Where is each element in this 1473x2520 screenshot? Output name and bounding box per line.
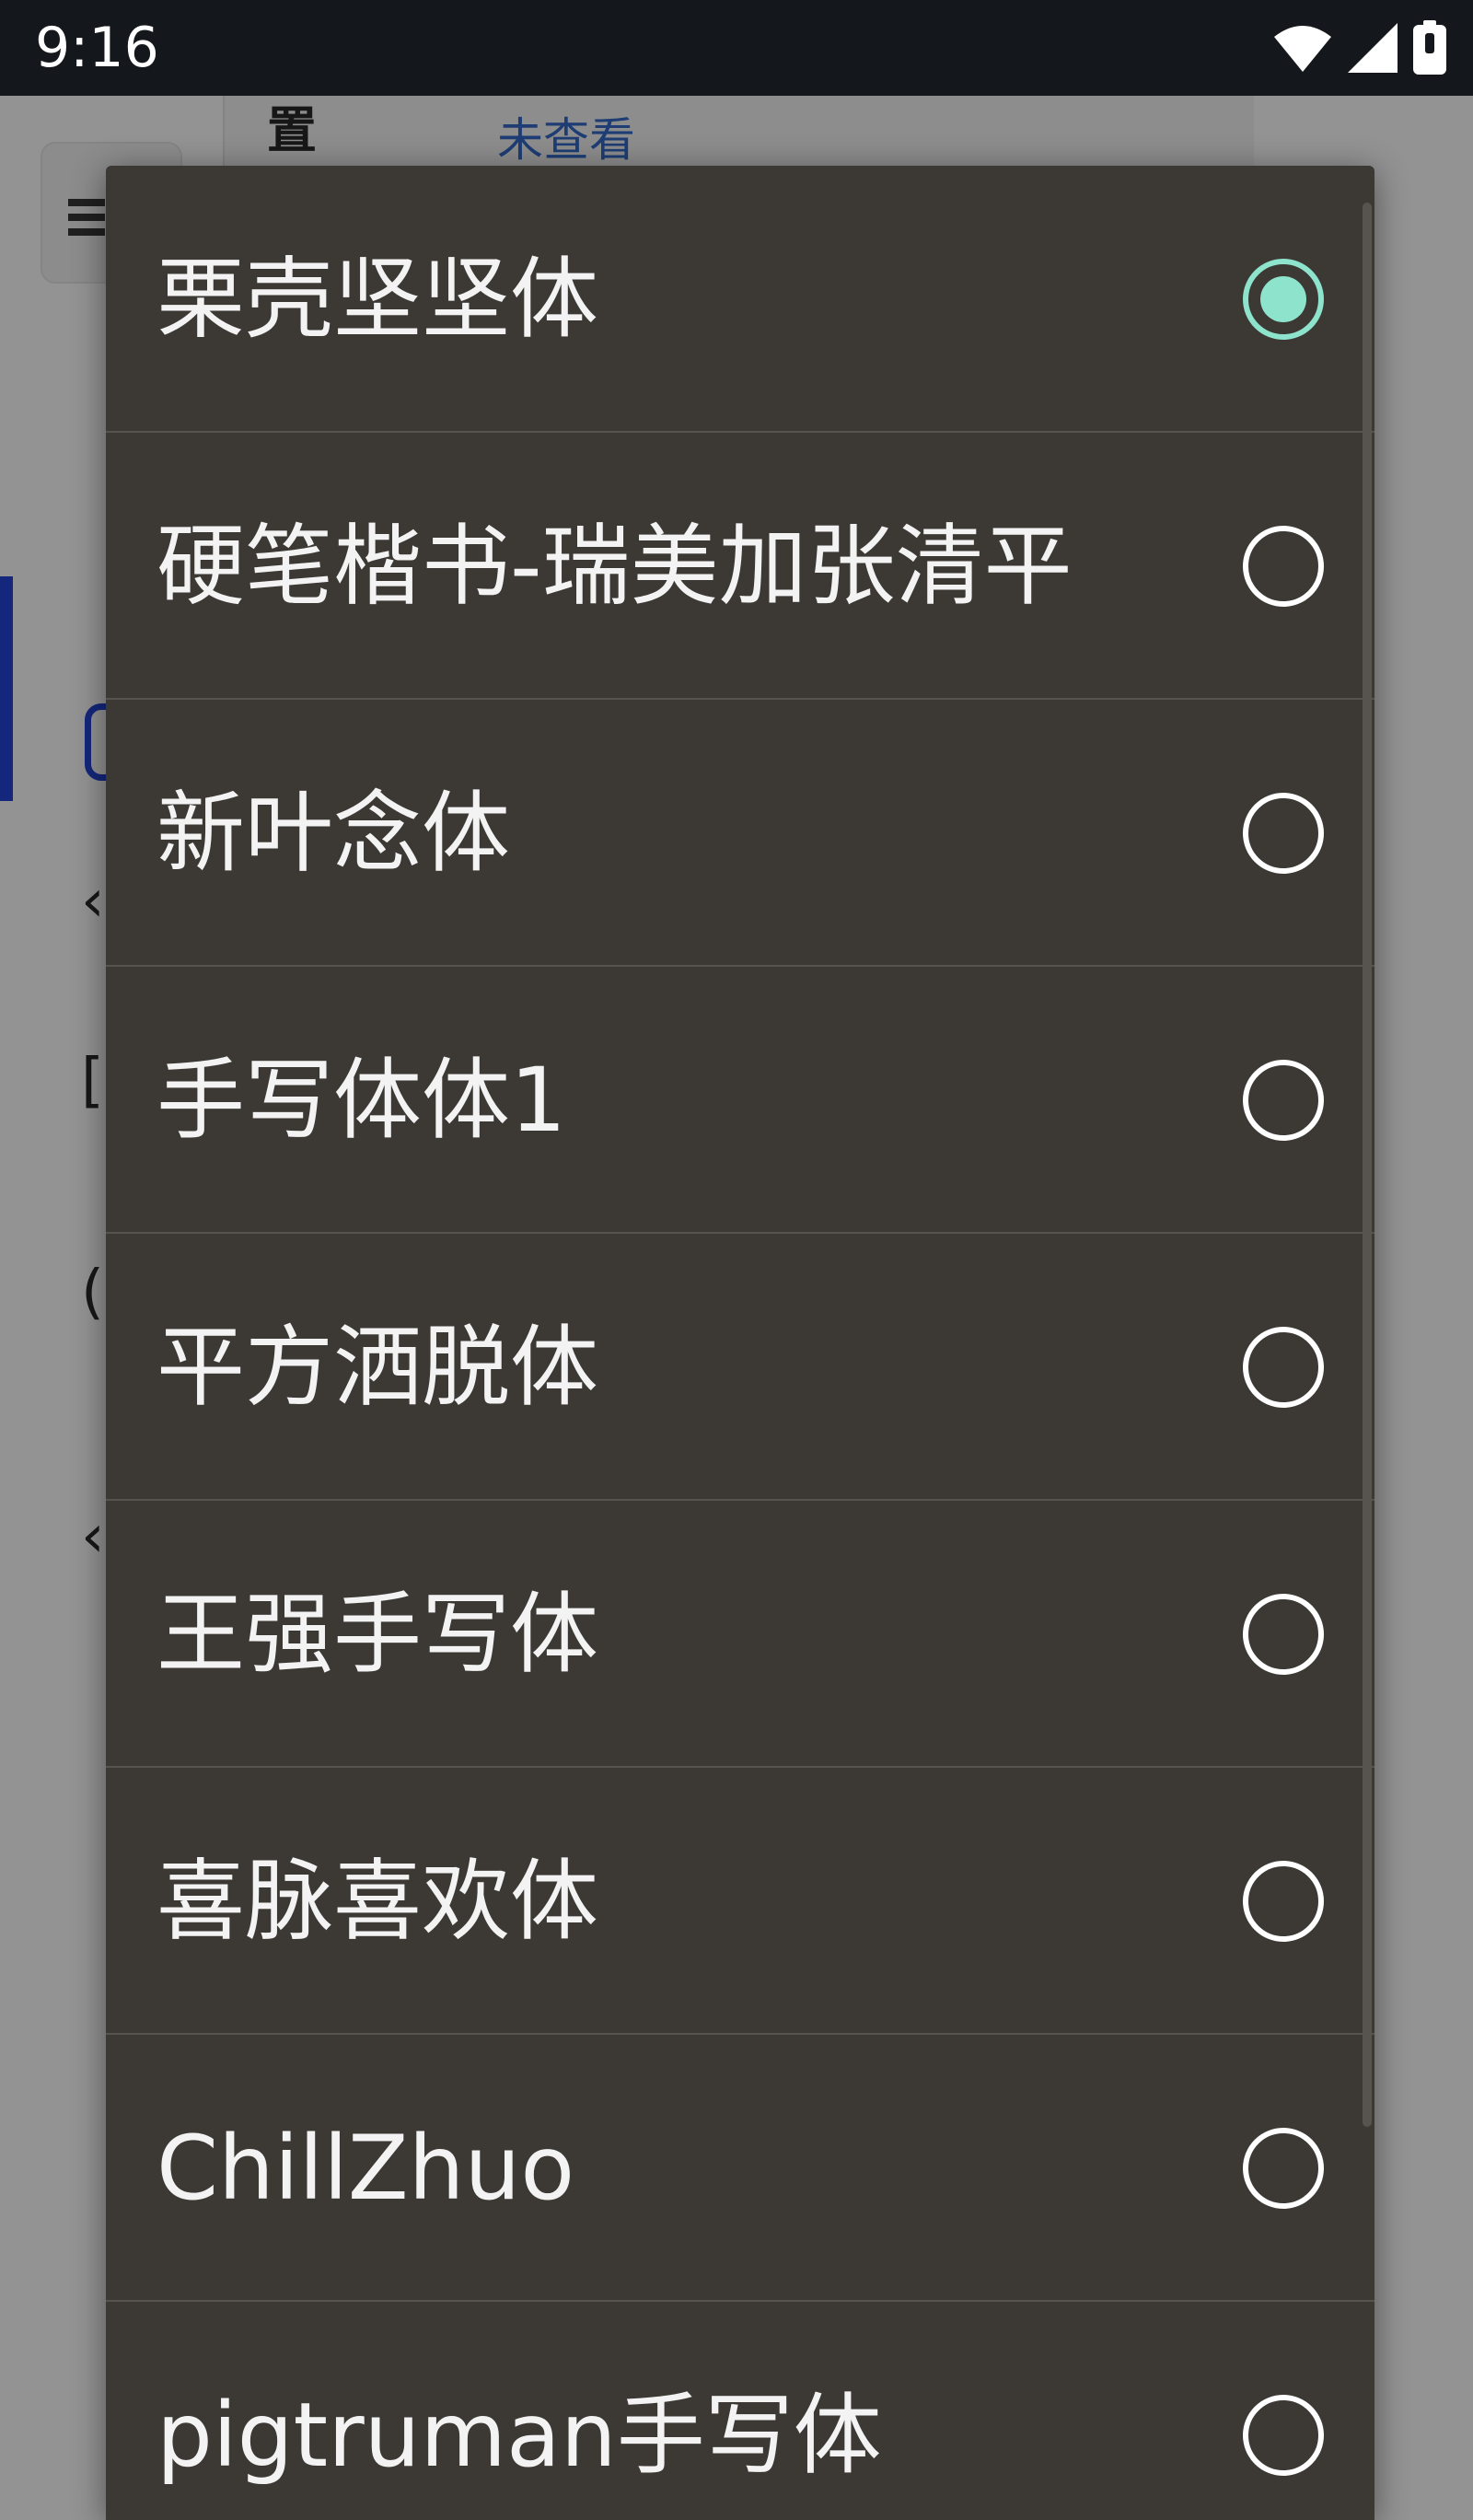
font-option-label: 新叶念体 — [157, 782, 510, 885]
battery-icon — [1412, 20, 1447, 75]
status-bar: 9:16 — [0, 0, 1473, 96]
font-option-label: ChillZhuo — [157, 2117, 575, 2220]
font-option-item[interactable]: 栗壳坚坚体 — [106, 166, 1374, 433]
radio-unselected-icon[interactable] — [1243, 793, 1324, 874]
radio-unselected-icon[interactable] — [1243, 1861, 1324, 1942]
radio-unselected-icon[interactable] — [1243, 1060, 1324, 1141]
font-option-item[interactable]: pigtruman手写体 — [106, 2302, 1374, 2520]
font-option-item[interactable]: 新叶念体 — [106, 700, 1374, 967]
font-select-dialog: 栗壳坚坚体硬笔楷书-瑞美加张清平 新叶念体手写体体1 平方洒脱体王强手写体喜脉喜欢体… — [106, 166, 1374, 2520]
font-option-label: 平方洒脱体 — [157, 1316, 598, 1419]
font-option-label: 硬笔楷书-瑞美加张清平 — [157, 515, 1073, 618]
font-option-label: 喜脉喜欢体 — [157, 1850, 598, 1953]
font-option-list: 栗壳坚坚体硬笔楷书-瑞美加张清平 新叶念体手写体体1 平方洒脱体王强手写体喜脉喜欢体… — [106, 166, 1374, 2520]
radio-selected-icon[interactable] — [1243, 259, 1324, 340]
status-icons — [1272, 18, 1447, 77]
status-time: 9:16 — [35, 16, 159, 80]
radio-unselected-icon[interactable] — [1243, 2128, 1324, 2209]
radio-unselected-icon[interactable] — [1243, 526, 1324, 607]
font-option-item[interactable]: ChillZhuo — [106, 2035, 1374, 2302]
font-option-item[interactable]: 喜脉喜欢体 — [106, 1768, 1374, 2035]
cell-signal-icon — [1346, 21, 1399, 75]
font-option-label: 手写体体1 — [157, 1049, 567, 1152]
radio-unselected-icon[interactable] — [1243, 1594, 1324, 1675]
font-option-label: pigtruman手写体 — [157, 2384, 882, 2487]
font-option-label: 栗壳坚坚体 — [157, 248, 598, 351]
font-option-label: 王强手写体 — [157, 1583, 598, 1686]
font-option-item[interactable]: 手写体体1 — [106, 967, 1374, 1234]
font-option-item[interactable]: 硬笔楷书-瑞美加张清平 — [106, 433, 1374, 700]
wifi-icon — [1272, 22, 1333, 74]
radio-unselected-icon[interactable] — [1243, 1327, 1324, 1408]
dialog-scrollbar[interactable] — [1363, 203, 1372, 2127]
radio-unselected-icon[interactable] — [1243, 2395, 1324, 2476]
font-option-item[interactable]: 王强手写体 — [106, 1501, 1374, 1768]
font-option-item[interactable]: 平方洒脱体 — [106, 1234, 1374, 1501]
